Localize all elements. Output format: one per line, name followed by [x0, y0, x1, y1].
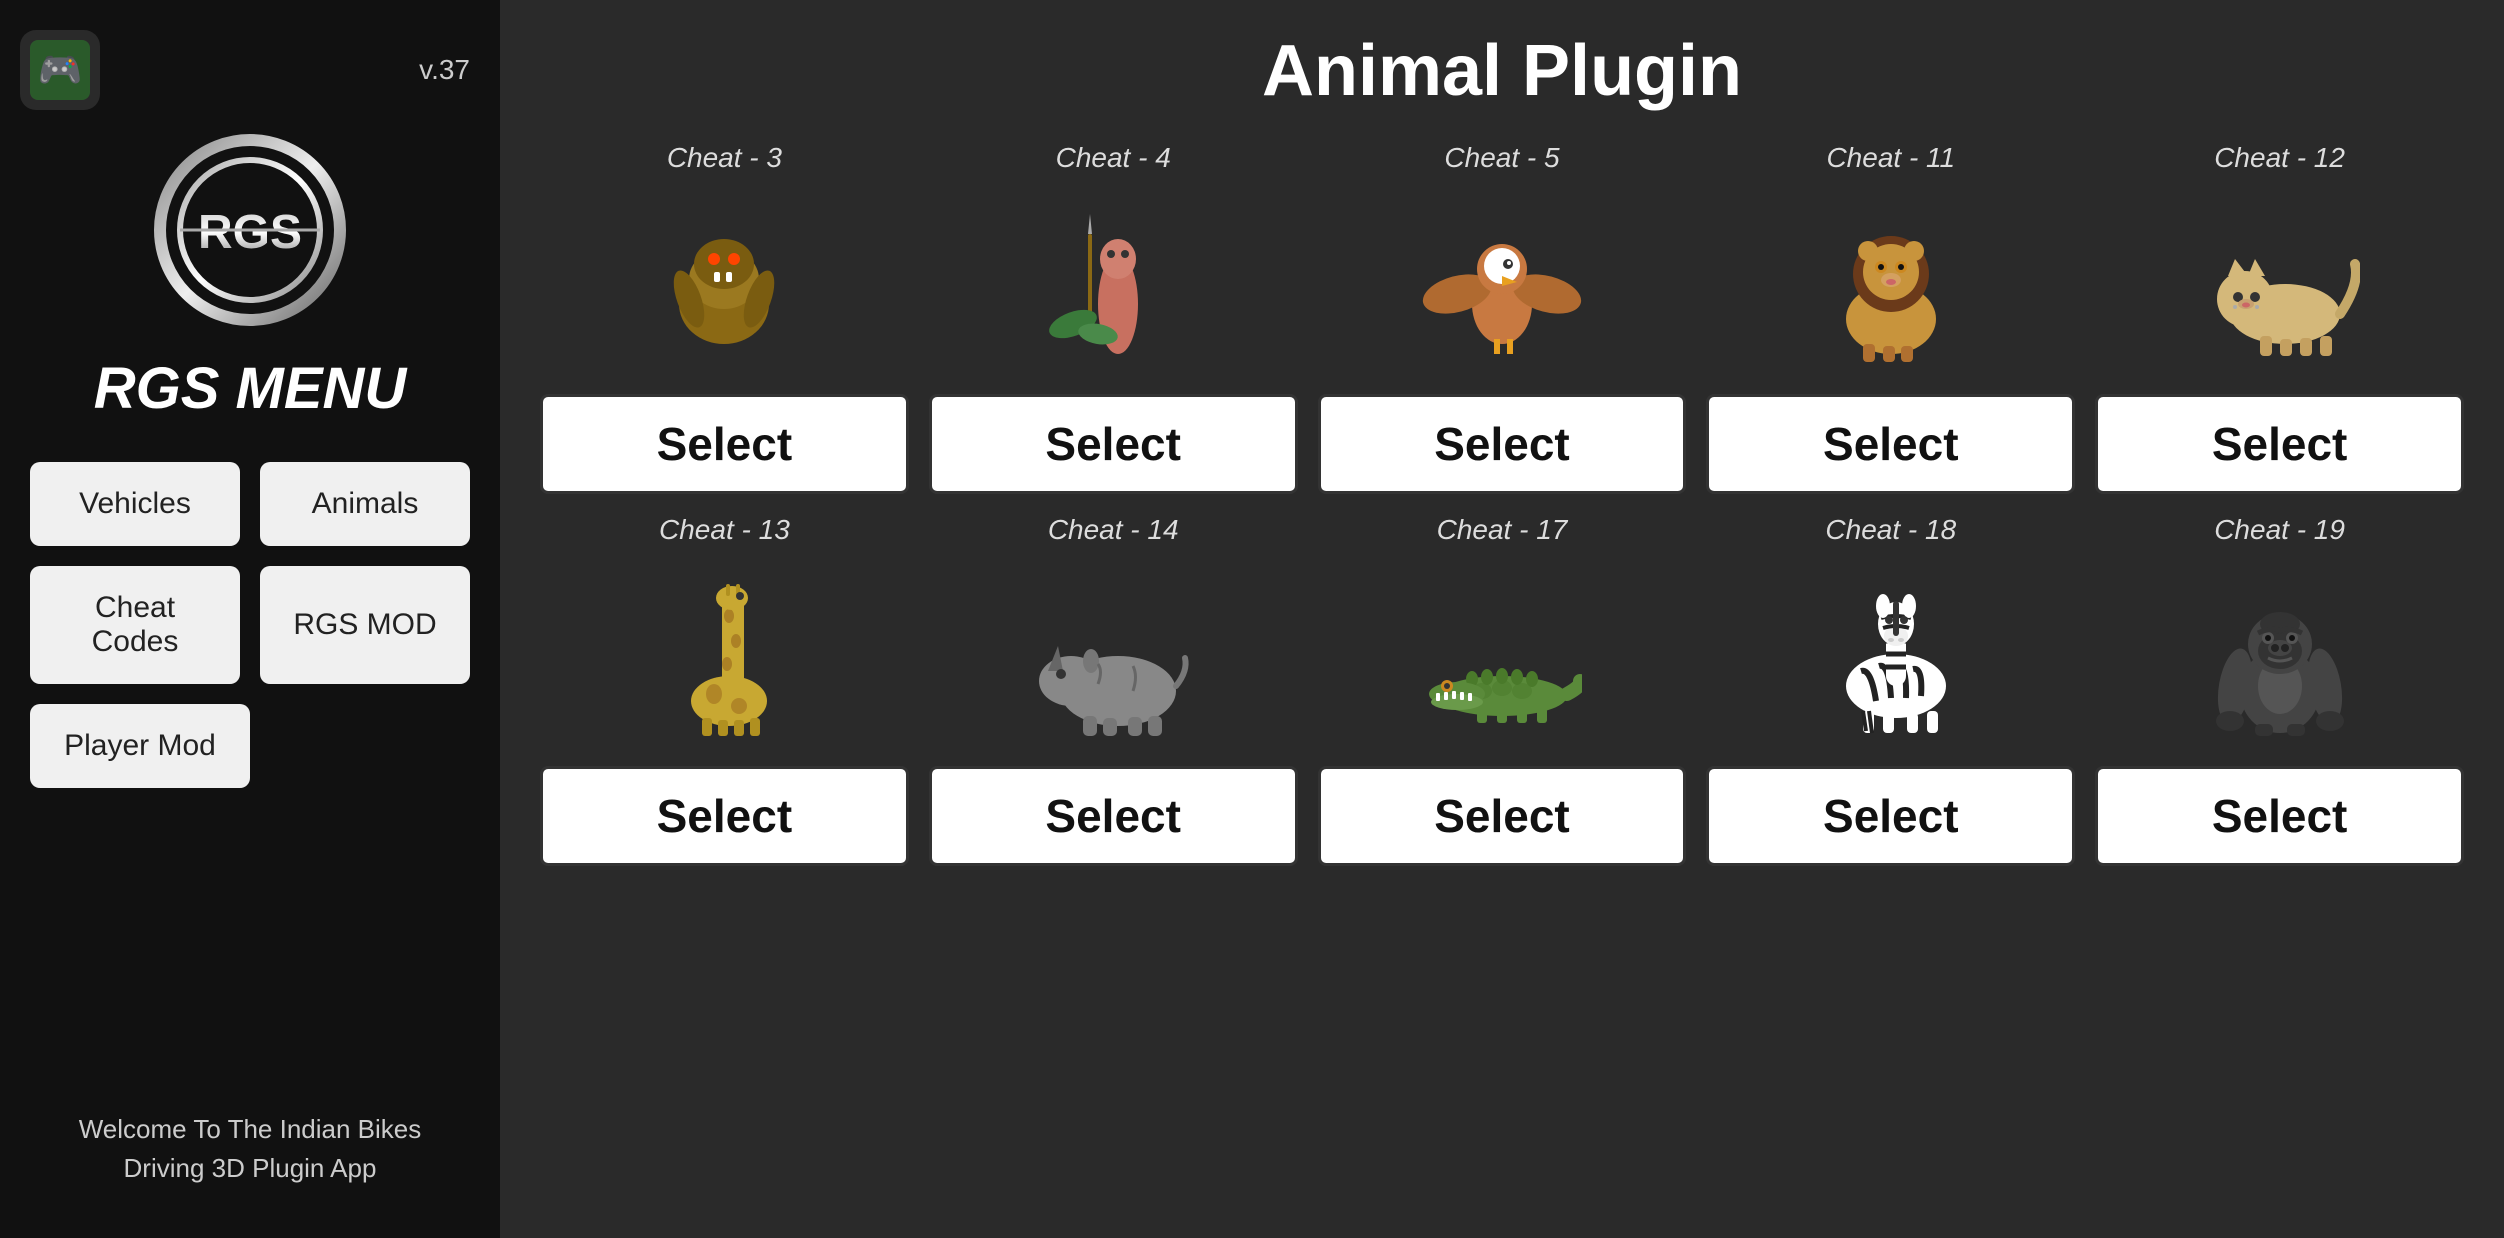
cheat-14-image: [929, 556, 1298, 756]
select-cheat17-button[interactable]: Select: [1318, 766, 1687, 866]
cheat-18-label: Cheat - 18: [1825, 514, 1956, 546]
cheat-5-label: Cheat - 5: [1444, 142, 1559, 174]
cheat-3-image: [540, 184, 909, 384]
cheat-4-label: Cheat - 4: [1056, 142, 1171, 174]
cheat-14-label: Cheat - 14: [1048, 514, 1179, 546]
page-title: Animal Plugin: [540, 30, 2464, 112]
select-cheat19-button[interactable]: Select: [2095, 766, 2464, 866]
svg-text:RGS: RGS: [198, 206, 302, 259]
app-icon: 🎮: [20, 30, 100, 110]
button-grid: Vehicles Animals Cheat Codes RGS MOD: [20, 462, 480, 684]
cheat-13-label: Cheat - 13: [659, 514, 790, 546]
animals-button[interactable]: Animals: [260, 462, 470, 546]
sidebar-top: 🎮 v.37: [20, 30, 480, 110]
animal-card-cheat12: Cheat - 12: [2095, 142, 2464, 494]
rgs-mod-button[interactable]: RGS MOD: [260, 566, 470, 684]
rgs-logo-svg: RGS: [150, 130, 350, 330]
select-cheat13-button[interactable]: Select: [540, 766, 909, 866]
cheat-19-image: [2095, 556, 2464, 756]
cheat-13-image: [540, 556, 909, 756]
animal-card-cheat17: Cheat - 17: [1318, 514, 1687, 866]
animal-card-cheat5: Cheat - 5: [1318, 142, 1687, 494]
select-cheat5-button[interactable]: Select: [1318, 394, 1687, 494]
cheat-12-image: [2095, 184, 2464, 384]
select-cheat12-button[interactable]: Select: [2095, 394, 2464, 494]
main-content: Animal Plugin Cheat - 3: [500, 0, 2504, 1238]
animal-card-cheat11: Cheat - 11: [1706, 142, 2075, 494]
version-text: v.37: [419, 54, 480, 86]
menu-title: RGS MENU: [94, 355, 407, 422]
player-mod-button[interactable]: Player Mod: [30, 704, 250, 788]
animal-row-2: Cheat - 13: [540, 514, 2464, 866]
cheat-18-image: [1706, 556, 2075, 756]
cheat-5-image: [1318, 184, 1687, 384]
animal-card-cheat14: Cheat - 14: [929, 514, 1298, 866]
svg-text:🎮: 🎮: [38, 49, 83, 90]
cheat-12-label: Cheat - 12: [2214, 142, 2345, 174]
select-cheat4-button[interactable]: Select: [929, 394, 1298, 494]
select-cheat18-button[interactable]: Select: [1706, 766, 2075, 866]
cheat-17-label: Cheat - 17: [1437, 514, 1568, 546]
cheat-19-label: Cheat - 19: [2214, 514, 2345, 546]
cheat-11-label: Cheat - 11: [1826, 142, 1955, 174]
animal-card-cheat13: Cheat - 13: [540, 514, 909, 866]
player-mod-row: Player Mod: [20, 704, 480, 788]
sidebar: 🎮 v.37 RGS: [0, 0, 500, 1238]
select-cheat11-button[interactable]: Select: [1706, 394, 2075, 494]
animal-card-cheat4: Cheat - 4: [929, 142, 1298, 494]
vehicles-button[interactable]: Vehicles: [30, 462, 240, 546]
animal-row-1: Cheat - 3: [540, 142, 2464, 494]
animals-grid: Cheat - 3: [540, 142, 2464, 1208]
cheat-codes-button[interactable]: Cheat Codes: [30, 566, 240, 684]
cheat-17-image: [1318, 556, 1687, 756]
logo-container: RGS: [150, 130, 350, 330]
cheat-3-label: Cheat - 3: [667, 142, 782, 174]
animal-card-cheat19: Cheat - 19: [2095, 514, 2464, 866]
cheat-11-image: [1706, 184, 2075, 384]
select-cheat3-button[interactable]: Select: [540, 394, 909, 494]
animal-card-cheat3: Cheat - 3: [540, 142, 909, 494]
welcome-text: Welcome To The Indian Bikes Driving 3D P…: [79, 1110, 422, 1208]
animal-card-cheat18: Cheat - 18: [1706, 514, 2075, 866]
cheat-4-image: [929, 184, 1298, 384]
select-cheat14-button[interactable]: Select: [929, 766, 1298, 866]
